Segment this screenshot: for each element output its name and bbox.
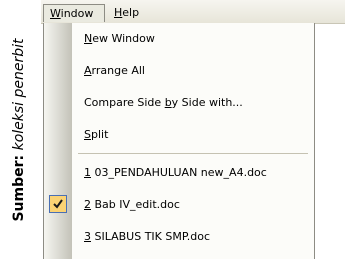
checkmark-icon [49, 195, 67, 213]
menu-item-arrange-all[interactable]: Arrange All [44, 55, 314, 87]
caption-value: koleksi penerbit [11, 37, 27, 150]
menu-bar: Window Help [41, 0, 345, 24]
menu-item-recent-doc-1[interactable]: 1 03_PENDAHULUAN new_A4.doc [44, 157, 314, 189]
window-dropdown-menu: New Window Arrange All Compare Side by S… [43, 23, 315, 259]
menu-separator [78, 153, 308, 154]
menu-item-new-window[interactable]: New Window [44, 23, 314, 55]
caption-label: Sumber: [11, 154, 27, 222]
menu-item-split[interactable]: Split [44, 119, 314, 151]
menu-help[interactable]: Help [108, 4, 146, 22]
source-caption: Sumber: koleksi penerbit [0, 0, 38, 259]
menu-window[interactable]: Window [43, 4, 105, 22]
menu-item-recent-doc-3[interactable]: 3 SILABUS TIK SMP.doc [44, 221, 314, 253]
menu-item-recent-doc-2[interactable]: 2 Bab IV_edit.doc [44, 189, 314, 221]
menu-item-compare-side-by-side[interactable]: Compare Side by Side with... [44, 87, 314, 119]
